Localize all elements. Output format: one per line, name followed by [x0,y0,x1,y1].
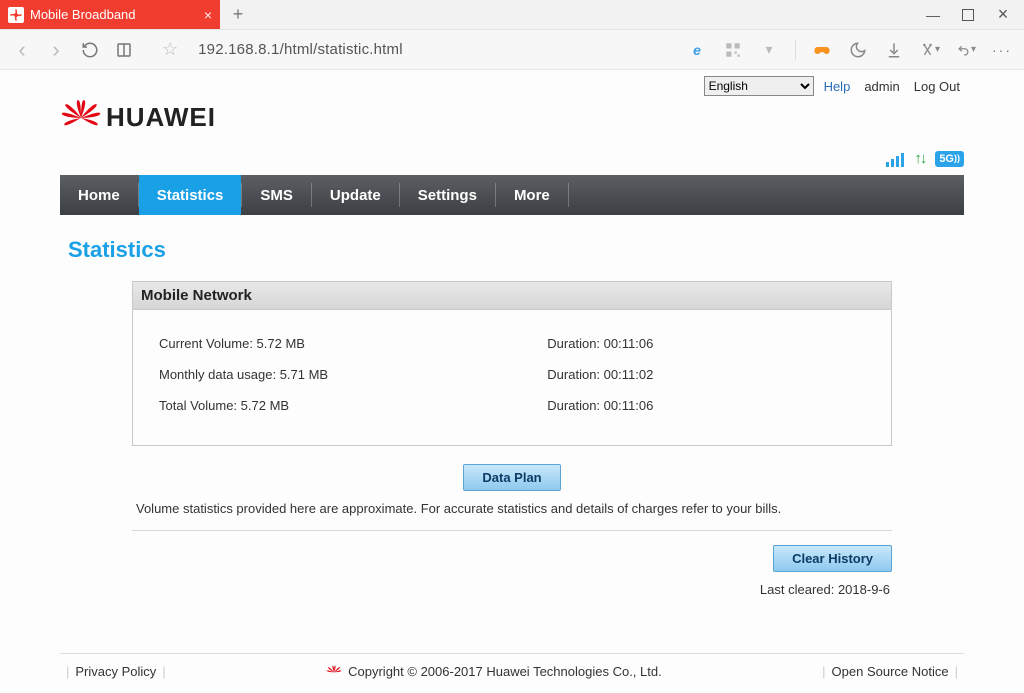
brand-name: HUAWEI [106,102,216,133]
window-minimize-icon[interactable]: ― [924,6,942,24]
more-menu-icon[interactable]: ··· [992,40,1012,60]
window-maximize-icon[interactable] [962,9,974,21]
screenshot-icon[interactable]: ▾ [920,40,940,60]
tab-title: Mobile Broadband [30,7,136,22]
undo-icon[interactable]: ▾ [956,40,976,60]
main-nav: Home Statistics SMS Update Settings More [60,175,964,215]
monthly-duration: Duration: 00:11:02 [547,367,865,382]
reader-mode-icon[interactable] [114,40,134,60]
divider [132,530,892,531]
nav-home[interactable]: Home [60,175,138,215]
network-5g-badge: 5G)) [935,151,964,167]
nav-back-icon[interactable]: ‹ [12,40,32,60]
last-cleared: Last cleared: 2018-9-6 [132,582,892,597]
chevron-down-icon[interactable]: ▾ [759,40,779,60]
clear-history-button[interactable]: Clear History [773,545,892,572]
qr-icon[interactable] [723,40,743,60]
signal-icon [886,151,904,167]
stat-row-current: Current Volume: 5.72 MB Duration: 00:11:… [159,328,865,359]
download-icon[interactable] [884,40,904,60]
footer-logo-icon [326,665,342,679]
gamepad-icon[interactable] [812,40,832,60]
bookmark-star-icon[interactable]: ☆ [162,39,178,60]
nav-sms[interactable]: SMS [242,175,311,215]
nav-more[interactable]: More [496,175,568,215]
monthly-volume: Monthly data usage: 5.71 MB [159,367,547,382]
stat-row-monthly: Monthly data usage: 5.71 MB Duration: 00… [159,359,865,390]
statistics-note: Volume statistics provided here are appr… [132,501,892,516]
ie-mode-icon[interactable]: e [687,40,707,60]
logout-link[interactable]: Log Out [914,79,960,94]
current-volume: Current Volume: 5.72 MB [159,336,547,351]
copyright: Copyright © 2006-2017 Huawei Technologie… [348,664,662,679]
open-source-link[interactable]: Open Source Notice [832,664,949,679]
privacy-link[interactable]: Privacy Policy [75,664,156,679]
nav-settings[interactable]: Settings [400,175,495,215]
total-volume: Total Volume: 5.72 MB [159,398,547,413]
new-tab-button[interactable]: + [220,0,256,29]
nav-forward-icon[interactable]: › [46,40,66,60]
user-link[interactable]: admin [864,79,899,94]
panel-header: Mobile Network [133,282,891,310]
stat-row-total: Total Volume: 5.72 MB Duration: 00:11:06 [159,390,865,421]
page-title: Statistics [60,215,964,281]
language-select[interactable]: English [704,76,814,96]
reload-icon[interactable] [80,40,100,60]
browser-tab[interactable]: Mobile Broadband × [0,0,220,29]
nav-statistics[interactable]: Statistics [139,175,242,215]
tab-favicon [8,7,24,23]
current-duration: Duration: 00:11:06 [547,336,865,351]
nav-update[interactable]: Update [312,175,399,215]
tab-close-icon[interactable]: × [204,7,212,23]
mobile-network-panel: Mobile Network Current Volume: 5.72 MB D… [132,281,892,446]
toolbar-separator [795,40,796,60]
data-plan-button[interactable]: Data Plan [463,464,560,491]
window-close-icon[interactable]: × [994,6,1012,24]
address-url[interactable]: 192.168.8.1/html/statistic.html [198,41,403,58]
total-duration: Duration: 00:11:06 [547,398,865,413]
traffic-arrows-icon: ↑↓ [914,150,925,167]
huawei-logo-icon [60,98,102,136]
help-link[interactable]: Help [824,79,851,94]
night-mode-icon[interactable] [848,40,868,60]
